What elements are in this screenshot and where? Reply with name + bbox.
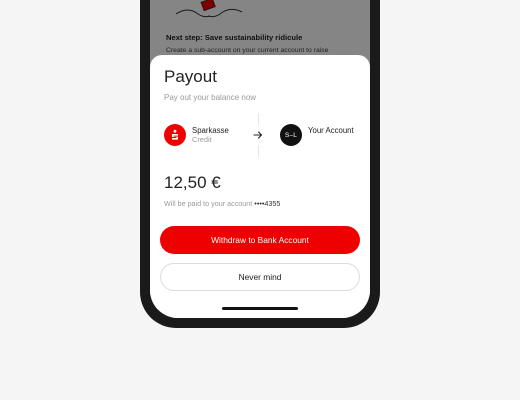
sheet-actions: Withdraw to Bank Account Never mind	[150, 95, 370, 328]
sheet-title: Payout	[164, 67, 217, 86]
withdraw-to-bank-button[interactable]: Withdraw to Bank Account	[160, 226, 360, 254]
never-mind-button[interactable]: Never mind	[160, 263, 360, 291]
home-indicator	[222, 307, 298, 310]
